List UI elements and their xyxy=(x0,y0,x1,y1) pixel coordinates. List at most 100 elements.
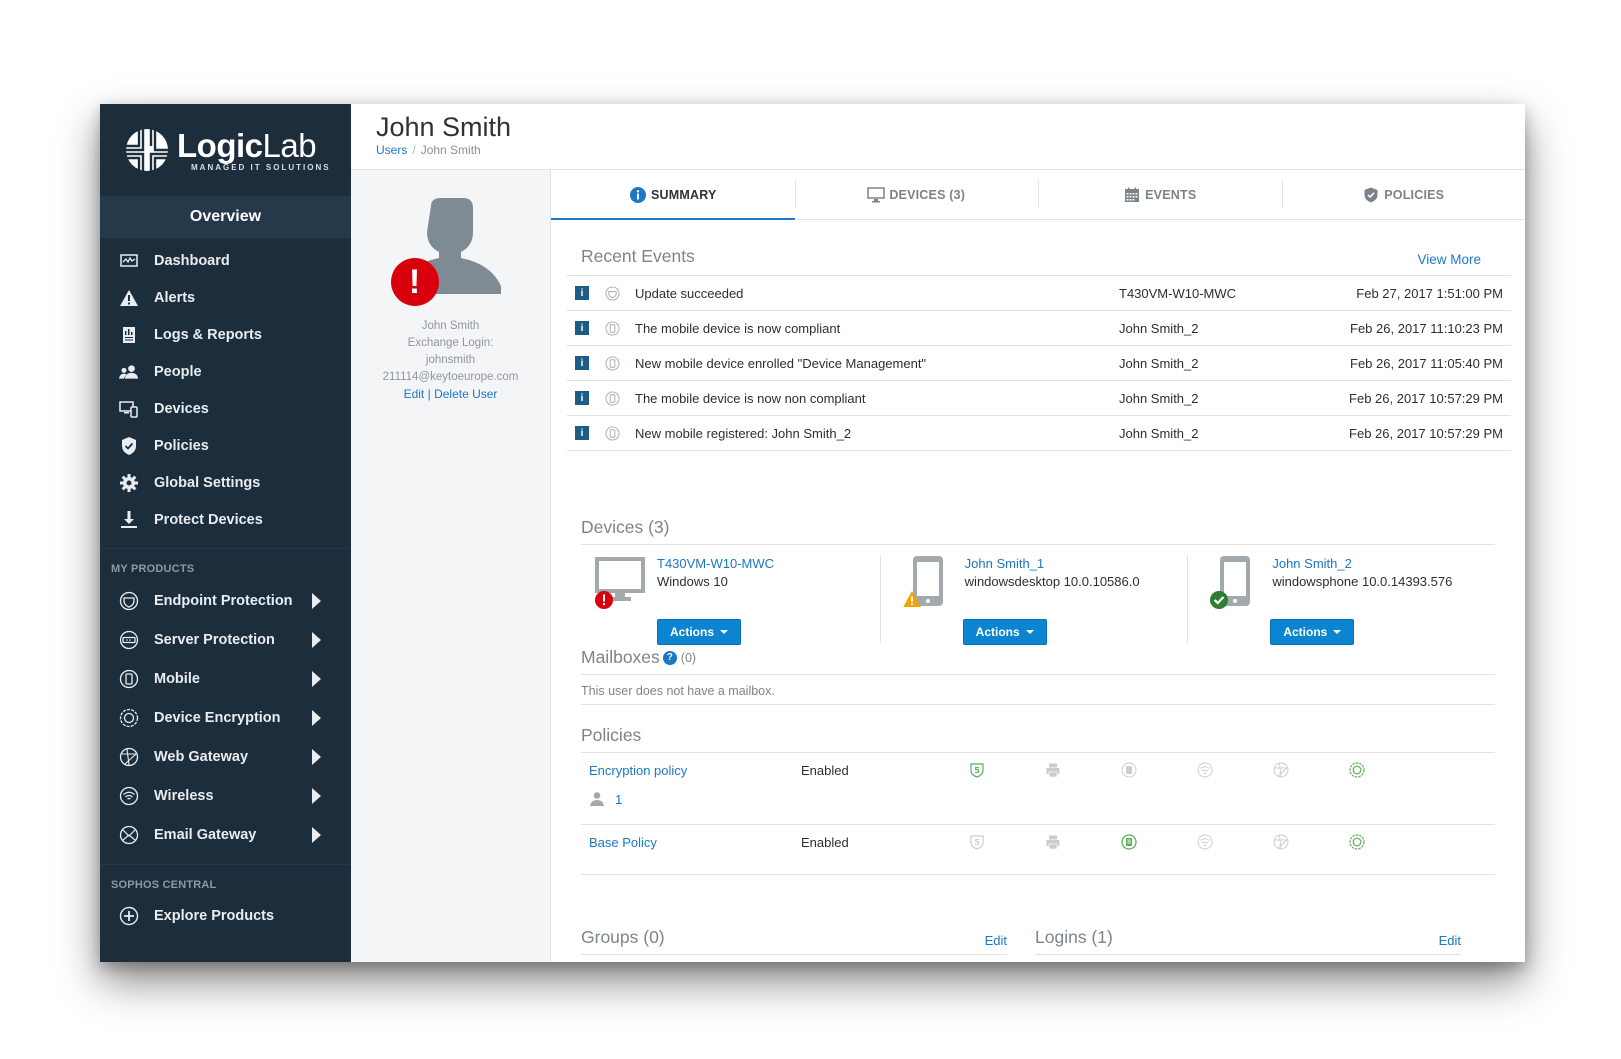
event-row[interactable]: i New mobile device enrolled "Device Man… xyxy=(567,346,1511,381)
report-icon xyxy=(118,324,140,346)
alert-icon xyxy=(118,287,140,309)
sidebar-item-global-settings[interactable]: Global Settings xyxy=(100,464,351,501)
sidebar-item-devices[interactable]: Devices xyxy=(100,390,351,427)
sidebar-item-explore-products[interactable]: Explore Products xyxy=(100,897,351,934)
page-header: John Smith Users / John Smith xyxy=(351,104,1525,170)
devices-header: Devices (3) xyxy=(581,451,1495,545)
brand-logo[interactable]: LogicLab MANAGED IT SOLUTIONS xyxy=(100,104,351,196)
sidebar-item-wireless[interactable]: Wireless xyxy=(100,776,351,815)
expand-caret-icon[interactable] xyxy=(312,787,321,804)
tab-policies[interactable]: POLICIES xyxy=(1281,170,1526,219)
shield-check-icon xyxy=(118,435,140,457)
sophos-central-heading: SOPHOS CENTRAL xyxy=(111,879,217,891)
device-name-link[interactable]: John Smith_1 xyxy=(965,555,1140,573)
device-actions-button[interactable]: Actions xyxy=(962,619,1047,645)
user-icon xyxy=(590,792,604,806)
groups-edit-link[interactable]: Edit xyxy=(985,933,1007,948)
event-row[interactable]: i The mobile device is now compliant Joh… xyxy=(567,311,1511,346)
sidebar-item-server-protection[interactable]: Server Protection xyxy=(100,620,351,659)
event-row[interactable]: i The mobile device is now non compliant… xyxy=(567,381,1511,416)
policy-name-link[interactable]: Encryption policy xyxy=(589,763,687,778)
sidebar-item-label: Mobile xyxy=(154,670,200,687)
page-body: ! John Smith Exchange Login: johnsmith 2… xyxy=(351,170,1525,962)
event-row[interactable]: i New mobile registered: John Smith_2 Jo… xyxy=(567,416,1511,451)
edit-user-link[interactable]: Edit xyxy=(404,387,425,401)
exchange-login-value: johnsmith xyxy=(425,354,476,366)
device-name-link[interactable]: John Smith_2 xyxy=(1272,555,1452,573)
sidebar-item-label: Policies xyxy=(154,437,209,454)
tab-label: EVENTS xyxy=(1145,187,1197,202)
event-device: John Smith_2 xyxy=(1119,390,1199,406)
logins-title: Logins (1) xyxy=(1035,927,1113,947)
tab-events[interactable]: EVENTS xyxy=(1038,170,1282,219)
help-icon[interactable]: ? xyxy=(662,650,677,665)
breadcrumb-separator: / xyxy=(412,143,416,157)
sidebar-item-people[interactable]: People xyxy=(100,353,351,390)
info-severity-icon: i xyxy=(575,356,589,370)
expand-caret-icon[interactable] xyxy=(312,670,321,687)
sidebar-item-label: Device Encryption xyxy=(154,709,281,726)
mobile-icon xyxy=(605,355,620,371)
tab-devices[interactable]: DEVICES (3) xyxy=(794,170,1039,219)
event-time: Feb 26, 2017 10:57:29 PM xyxy=(1349,425,1503,441)
sidebar-item-alerts[interactable]: Alerts xyxy=(100,279,351,316)
event-message: Update succeeded xyxy=(635,285,744,301)
device-actions-button[interactable]: Actions xyxy=(1270,619,1355,645)
sidebar-item-logs-reports[interactable]: Logs & Reports xyxy=(100,316,351,353)
dropdown-caret-icon xyxy=(720,630,729,634)
error-badge-icon xyxy=(595,591,613,609)
expand-caret-icon[interactable] xyxy=(312,826,321,843)
event-device: John Smith_2 xyxy=(1119,320,1199,336)
view-more-link[interactable]: View More xyxy=(1417,252,1481,267)
products-nav: Endpoint Protection Server Protection Mo… xyxy=(100,581,351,854)
event-message: The mobile device is now non compliant xyxy=(635,390,866,406)
expand-caret-icon[interactable] xyxy=(312,631,321,648)
dropdown-caret-icon xyxy=(1025,630,1034,634)
policy-wireless-icon xyxy=(1197,834,1213,850)
sidebar-item-label: Endpoint Protection xyxy=(154,592,293,609)
device-name-link[interactable]: T430VM-W10-MWC xyxy=(657,555,774,573)
policy-status: Enabled xyxy=(801,835,849,850)
plus-circle-icon xyxy=(118,905,140,927)
delete-user-link[interactable]: Delete User xyxy=(434,387,497,401)
logiclab-logo-icon xyxy=(125,128,169,172)
page-title: John Smith xyxy=(376,112,512,142)
avatar: ! xyxy=(390,198,511,306)
info-severity-icon: i xyxy=(575,426,589,440)
event-time: Feb 27, 2017 1:51:00 PM xyxy=(1356,285,1503,301)
shield-icon xyxy=(1362,186,1380,204)
endpoint-icon xyxy=(605,285,620,301)
check-badge-icon xyxy=(1210,591,1229,609)
sidebar-overview-header[interactable]: Overview xyxy=(100,196,351,238)
device-cards: T430VM-W10-MWC Windows 10 Actions John S… xyxy=(581,545,1495,645)
policy-users[interactable]: 1 xyxy=(589,791,622,807)
tab-label: POLICIES xyxy=(1384,187,1445,202)
device-os: windowsphone 10.0.14393.576 xyxy=(1272,574,1453,589)
event-row[interactable]: i Update succeeded T430VM-W10-MWC Feb 27… xyxy=(567,276,1511,311)
desktop-icon xyxy=(595,555,647,609)
sidebar-item-mobile[interactable]: Mobile xyxy=(100,659,351,698)
actions-label: Actions xyxy=(1283,625,1328,639)
sidebar-item-device-encryption[interactable]: Device Encryption xyxy=(100,698,351,737)
tab-summary[interactable]: SUMMARY xyxy=(551,170,795,220)
mobile-icon xyxy=(605,320,620,336)
expand-caret-icon[interactable] xyxy=(312,709,321,726)
device-os: Windows 10 xyxy=(657,574,728,589)
sidebar-item-protect-devices[interactable]: Protect Devices xyxy=(100,501,351,538)
expand-caret-icon[interactable] xyxy=(312,592,321,609)
policy-name-link[interactable]: Base Policy xyxy=(589,835,657,850)
sidebar-item-policies[interactable]: Policies xyxy=(100,427,351,464)
sidebar-item-label: Global Settings xyxy=(154,474,261,491)
device-actions-button[interactable]: Actions xyxy=(657,619,742,645)
sidebar-item-email-gateway[interactable]: Email Gateway xyxy=(100,815,351,854)
recent-events-title: Recent Events xyxy=(581,246,695,266)
logins-edit-link[interactable]: Edit xyxy=(1439,933,1461,948)
main-area: John Smith Users / John Smith ! John Smith… xyxy=(351,104,1525,962)
breadcrumb-users-link[interactable]: Users xyxy=(376,143,407,157)
sidebar-item-label: Alerts xyxy=(154,289,196,306)
expand-caret-icon[interactable] xyxy=(312,748,321,765)
sidebar-item-endpoint-protection[interactable]: Endpoint Protection xyxy=(100,581,351,620)
sidebar: LogicLab MANAGED IT SOLUTIONS Overview D… xyxy=(100,104,351,962)
sidebar-item-web-gateway[interactable]: Web Gateway xyxy=(100,737,351,776)
sidebar-item-dashboard[interactable]: Dashboard xyxy=(100,242,351,279)
